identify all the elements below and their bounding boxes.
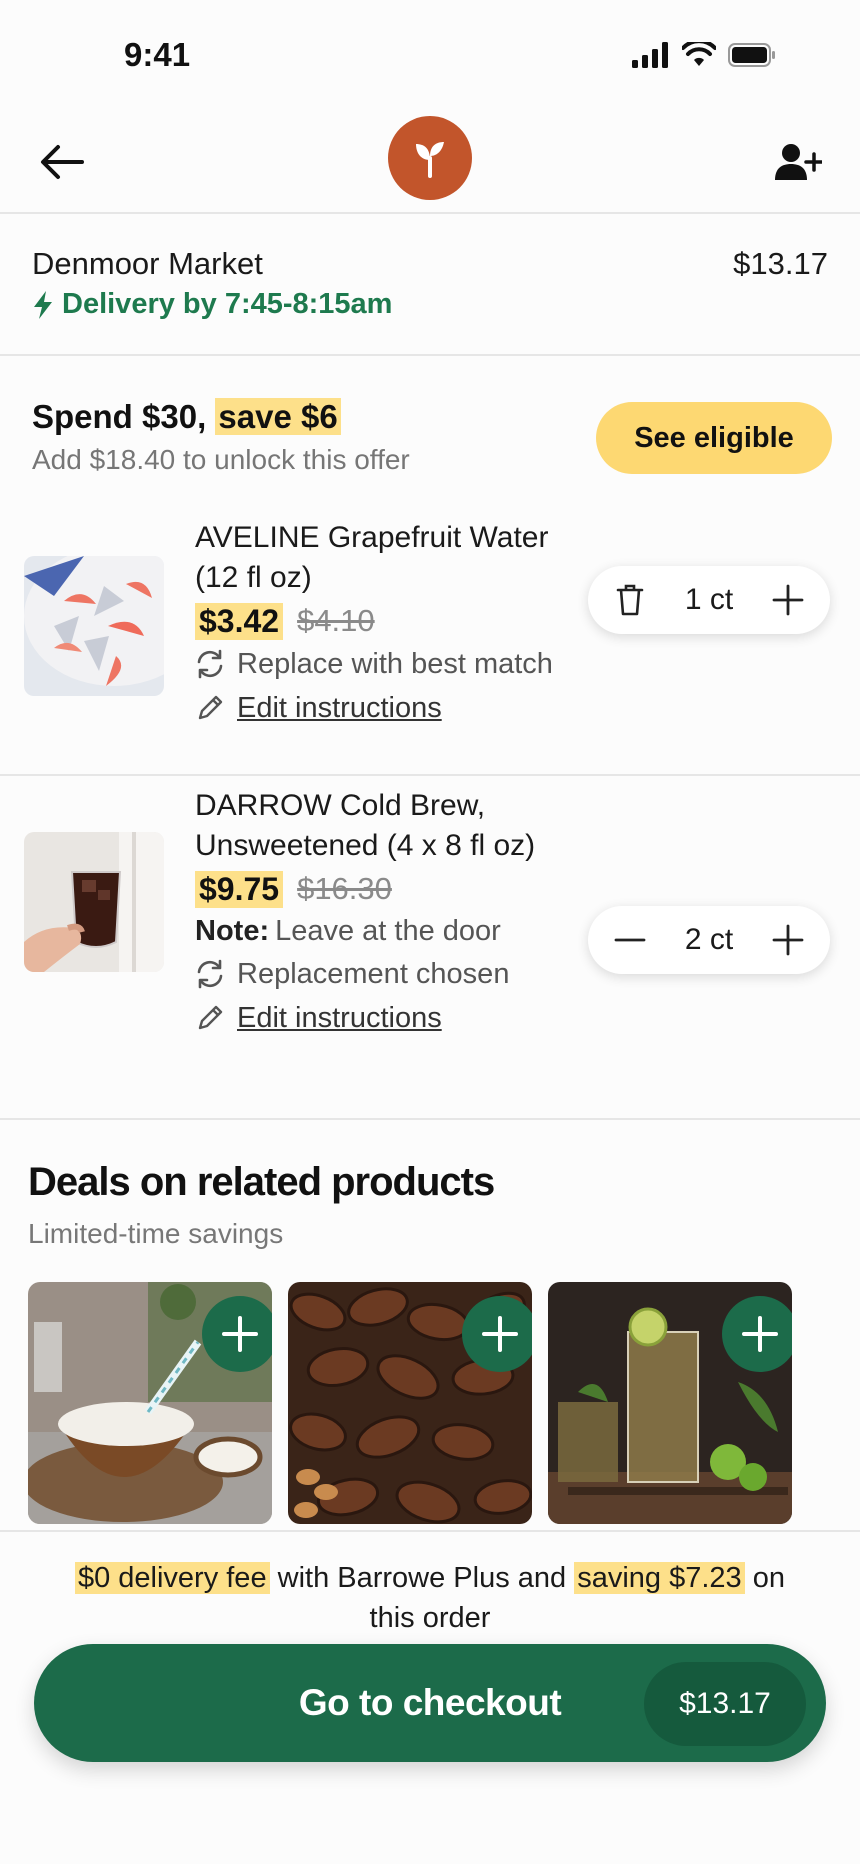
- item-info: AVELINE Grapefruit Water (12 fl oz) $3.4…: [195, 518, 595, 730]
- checkout-total: $13.17: [644, 1662, 806, 1746]
- plus-icon: [772, 584, 804, 616]
- replacement-text: Replacement chosen: [237, 957, 510, 990]
- price-row: $3.42 $4.10: [195, 600, 595, 642]
- offer-title-prefix: Spend $30,: [32, 398, 207, 435]
- checkout-panel: $0 delivery fee with Barrowe Plus and sa…: [0, 1530, 860, 1864]
- plus-icon: [222, 1316, 258, 1352]
- deal-card-dates[interactable]: [288, 1282, 532, 1524]
- minus-icon: [614, 938, 646, 942]
- item-price: $9.75: [195, 870, 284, 908]
- item-info: DARROW Cold Brew, Unsweetened (4 x 8 fl …: [195, 786, 595, 1040]
- cart-item: AVELINE Grapefruit Water (12 fl oz) $3.4…: [0, 510, 860, 776]
- store-name: Denmoor Market: [32, 246, 263, 281]
- edit-instructions[interactable]: Edit instructions: [195, 996, 595, 1040]
- promo-text: with Barrowe Plus and: [269, 1562, 575, 1594]
- lightning-icon: [34, 290, 52, 319]
- back-button[interactable]: [30, 130, 94, 194]
- see-eligible-button[interactable]: See eligible: [596, 402, 832, 474]
- offer-banner: Spend $30, save $6 Add $18.40 to unlock …: [0, 356, 860, 486]
- quantity-count: 1 ct: [684, 583, 734, 616]
- refresh-icon: [197, 649, 223, 679]
- status-bar: 9:41: [0, 0, 860, 110]
- add-deal-button[interactable]: [202, 1296, 272, 1372]
- remove-item-button[interactable]: [610, 580, 650, 620]
- add-person-icon: [775, 144, 822, 180]
- add-deal-button[interactable]: [462, 1296, 532, 1372]
- increase-quantity-button[interactable]: [768, 580, 808, 620]
- pencil-icon: [198, 695, 223, 720]
- edit-instructions-link[interactable]: Edit instructions: [237, 1002, 442, 1035]
- replacement-text: Replace with best match: [237, 647, 553, 680]
- plus-icon: [482, 1316, 518, 1352]
- offer-subtitle: Add $18.40 to unlock this offer: [32, 444, 410, 475]
- membership-promo: $0 delivery fee with Barrowe Plus and sa…: [50, 1558, 810, 1638]
- store-summary: Denmoor Market $13.17 Delivery by 7:45-8…: [0, 216, 860, 356]
- top-nav: [0, 110, 860, 214]
- add-deal-button[interactable]: [722, 1296, 792, 1372]
- deals-subtitle: Limited-time savings: [28, 1218, 284, 1249]
- edit-instructions-link[interactable]: Edit instructions: [237, 692, 442, 725]
- quantity-count: 2 ct: [684, 923, 734, 956]
- promo-savings: saving $7.23: [574, 1562, 745, 1594]
- pencil-icon: [198, 1005, 223, 1030]
- item-original-price: $16.30: [297, 871, 392, 906]
- item-name[interactable]: AVELINE Grapefruit Water (12 fl oz): [195, 518, 595, 598]
- checkout-button[interactable]: Go to checkout $13.17: [34, 1644, 826, 1762]
- replacement-option[interactable]: Replacement chosen: [195, 952, 595, 996]
- add-person-button[interactable]: [766, 130, 830, 194]
- item-name[interactable]: DARROW Cold Brew, Unsweetened (4 x 8 fl …: [195, 786, 595, 866]
- wifi-icon: [682, 42, 716, 66]
- item-price: $3.42: [195, 602, 284, 640]
- trash-icon: [616, 584, 644, 616]
- store-logo[interactable]: [388, 116, 472, 200]
- back-arrow-icon: [41, 145, 84, 179]
- deals-title: Deals on related products: [28, 1160, 495, 1204]
- replacement-option[interactable]: Replace with best match: [195, 642, 595, 686]
- note-text: Leave at the door: [275, 914, 501, 947]
- status-icons: [632, 42, 776, 68]
- product-image-cold-brew[interactable]: [24, 832, 164, 972]
- promo-delivery-fee: $0 delivery fee: [74, 1562, 270, 1594]
- signal-icon: [632, 42, 668, 68]
- decrease-quantity-button[interactable]: [610, 920, 650, 960]
- note-label: Note:: [195, 914, 270, 947]
- battery-icon: [728, 43, 775, 67]
- deal-card-iced-tea[interactable]: [548, 1282, 792, 1524]
- deal-card-coconut[interactable]: [28, 1282, 272, 1524]
- cart-item: DARROW Cold Brew, Unsweetened (4 x 8 fl …: [0, 778, 860, 1120]
- item-note: Note: Leave at the door: [195, 910, 595, 952]
- plus-icon: [772, 924, 804, 956]
- product-image-grapefruit-water[interactable]: [24, 556, 164, 696]
- refresh-icon: [197, 959, 223, 989]
- sprout-icon: [416, 142, 444, 178]
- price-row: $9.75 $16.30: [195, 868, 595, 910]
- edit-instructions[interactable]: Edit instructions: [195, 686, 595, 730]
- delivery-window: Delivery by 7:45-8:15am: [32, 288, 392, 321]
- offer-savings: save $6: [215, 398, 341, 435]
- plus-icon: [742, 1316, 778, 1352]
- quantity-stepper: 2 ct: [588, 906, 830, 974]
- store-total: $13.17: [733, 246, 828, 281]
- delivery-text: Delivery by 7:45-8:15am: [62, 288, 393, 320]
- related-deals-section: Deals on related products Limited-time s…: [0, 1120, 860, 1530]
- offer-title: Spend $30, save $6: [32, 398, 341, 436]
- increase-quantity-button[interactable]: [768, 920, 808, 960]
- status-time: 9:41: [124, 36, 191, 73]
- item-original-price: $4.10: [297, 603, 375, 638]
- quantity-stepper: 1 ct: [588, 566, 830, 634]
